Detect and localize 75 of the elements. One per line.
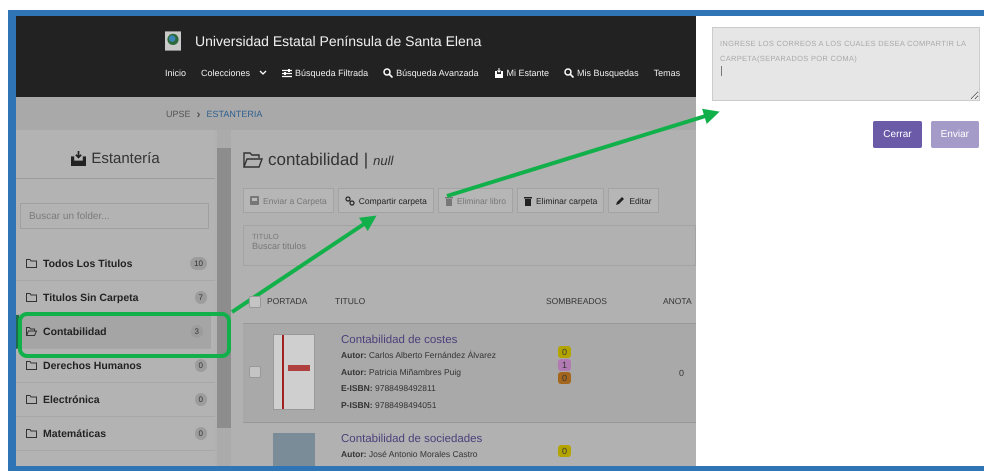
search-icon	[383, 68, 394, 78]
annotation-count: 0	[679, 368, 684, 378]
count-badge: 10	[190, 257, 207, 270]
toolbar-button[interactable]: Compartir carpeta	[338, 188, 434, 213]
folder-icon	[26, 259, 37, 268]
book-title-link[interactable]: Contabilidad de sociedades	[341, 433, 551, 445]
title-search-field[interactable]: Buscar titulos	[252, 241, 687, 251]
column-header: SOMBREADOS	[546, 296, 607, 306]
folder-icon	[26, 395, 37, 404]
folder-icon	[26, 361, 37, 370]
checkbox[interactable]	[249, 366, 261, 378]
folder-label: Derechos Humanos	[43, 360, 143, 372]
book-detail: Autor: Patricia Miñambres Puig	[341, 366, 462, 379]
dialog-button[interactable]: Cerrar	[873, 121, 922, 148]
trash-icon	[524, 196, 532, 206]
nav-link[interactable]: Mis Busquedas	[564, 68, 639, 78]
nav-link[interactable]: Colecciones	[201, 68, 268, 78]
breadcrumb-separator: ›	[196, 106, 201, 120]
highlight-count-badge: 0	[558, 445, 572, 457]
folder-label: Contabilidad	[43, 326, 108, 338]
title-divider: |	[364, 150, 368, 170]
count-badge: 3	[190, 325, 203, 338]
count-badge: 0	[194, 393, 207, 406]
sidebar-title: Estantería	[91, 150, 160, 166]
highlight-count-badge: 1	[558, 359, 572, 371]
folder-send-icon	[250, 196, 259, 205]
count-badge: 7	[194, 291, 207, 304]
nav-link[interactable]: Búsqueda Filtrada	[282, 68, 368, 78]
scrollbar[interactable]	[217, 130, 231, 466]
nav-link[interactable]: Inicio	[165, 68, 186, 78]
count-badge: 0	[194, 427, 207, 440]
nav-link[interactable]: Mi Estante	[494, 68, 550, 78]
book-detail: Autor: José Antonio Morales Castro	[341, 448, 479, 461]
column-header: TITULO	[335, 296, 366, 306]
column-header: PORTADA	[267, 296, 308, 306]
folder-item-background[interactable]: Derechos Humanos 0	[16, 349, 215, 383]
highlight-count-badge: 0	[558, 372, 572, 384]
sliders-icon	[282, 68, 292, 78]
site-title: Universidad Estatal Península de Santa Elena	[195, 33, 482, 49]
nav-link[interactable]: Temas	[654, 68, 680, 78]
folder-title: contabilidad	[268, 150, 359, 170]
folder-label: Electrónica	[43, 394, 101, 406]
book-title-link[interactable]: Contabilidad de costes	[341, 334, 551, 346]
checkbox[interactable]	[249, 296, 261, 308]
column-header: ANOTA	[663, 296, 692, 306]
search-icon	[564, 68, 574, 78]
folder-item-background[interactable]: Titulos Sin Carpeta 7	[16, 281, 215, 315]
logo-icon	[165, 31, 181, 51]
count-badge: 0	[194, 359, 207, 372]
inbox-icon	[71, 150, 86, 166]
folder-icon	[26, 293, 37, 302]
book-detail: Autor: Carlos Alberto Fernández Álvarez	[341, 349, 497, 362]
folder-label: Matemáticas	[43, 428, 108, 440]
folder-label: Todos Los Titulos	[43, 258, 134, 270]
folder-item-background[interactable]: Matemáticas 0	[16, 417, 215, 451]
link-icon	[344, 196, 355, 206]
folder-search-field[interactable]: Buscar un folder...	[20, 203, 209, 229]
folder-item-background[interactable]: Contabilidad 3	[16, 315, 211, 349]
trash-icon	[444, 196, 453, 206]
pencil-icon	[615, 196, 626, 206]
inbox-icon	[494, 68, 504, 78]
caret-icon	[259, 70, 268, 76]
highlight-count-badge: 0	[558, 346, 572, 358]
folder-item-background[interactable]: Electrónica 0	[16, 383, 215, 417]
folder-icon	[26, 429, 37, 438]
book-detail: P-ISBN: 9788498494051	[341, 398, 438, 412]
folder-item-background[interactable]: Todos Los Titulos 10	[16, 247, 215, 281]
nav-link[interactable]: Búsqueda Avanzada	[383, 68, 478, 78]
toolbar-button[interactable]: Editar	[608, 188, 659, 213]
open-folder-icon	[26, 327, 37, 336]
open-folder-icon	[243, 152, 263, 168]
folder-subtitle: null	[373, 152, 394, 168]
folder-label: Titulos Sin Carpeta	[43, 292, 140, 304]
toolbar-button[interactable]: Eliminar carpeta	[516, 188, 604, 213]
book-detail: E-ISBN: 9788498492811	[341, 382, 437, 395]
